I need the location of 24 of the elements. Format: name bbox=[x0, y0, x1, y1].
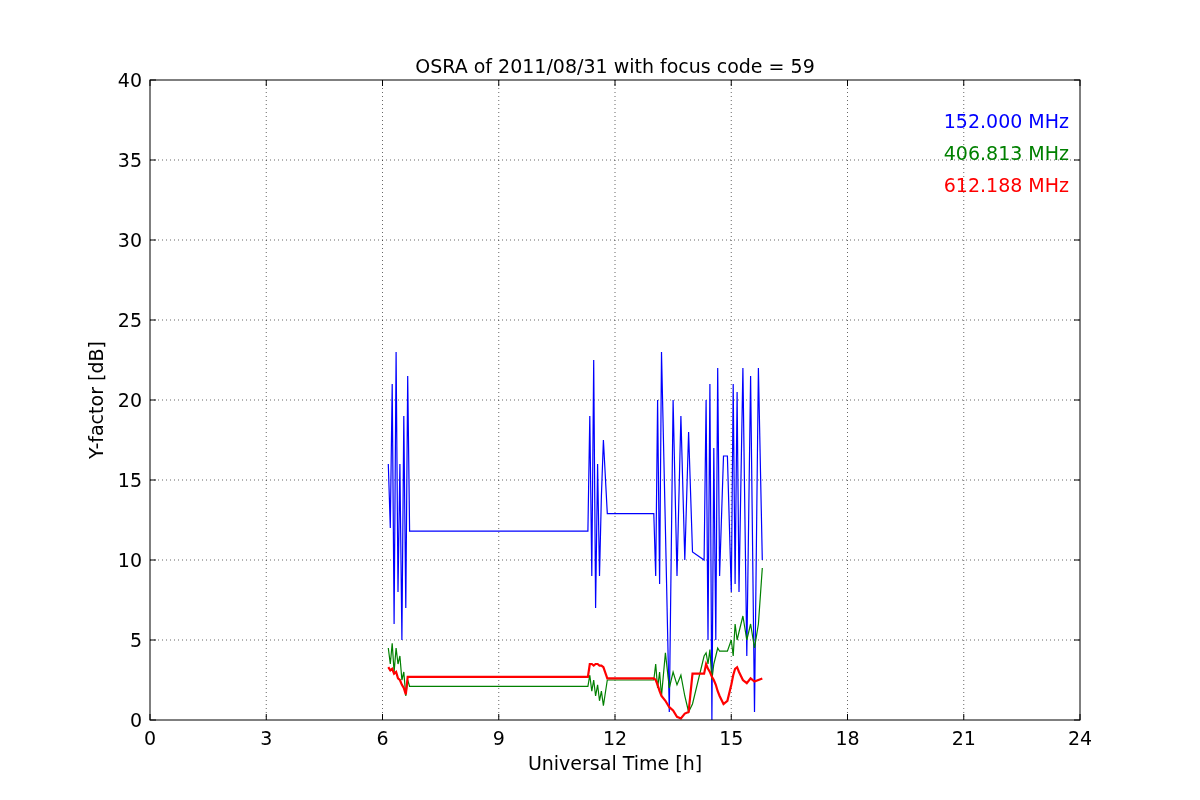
chart-title: OSRA of 2011/08/31 with focus code = 59 bbox=[415, 55, 815, 77]
tick-label: 35 bbox=[117, 149, 142, 171]
tick-label: 0 bbox=[129, 709, 142, 731]
tick-label: 12 bbox=[602, 727, 628, 749]
legend-label: 612.188 MHz bbox=[943, 174, 1069, 196]
tick-label: 3 bbox=[260, 727, 273, 749]
tick-label: 5 bbox=[129, 629, 142, 651]
tick-label: 18 bbox=[835, 727, 860, 749]
tick-label: 40 bbox=[117, 69, 142, 91]
tick-label: 30 bbox=[117, 229, 142, 251]
tick-label: 25 bbox=[117, 309, 142, 331]
tick-label: 15 bbox=[719, 727, 744, 749]
legend-label: 152.000 MHz bbox=[943, 110, 1069, 132]
tick-label: 9 bbox=[492, 727, 505, 749]
tick-label: 10 bbox=[117, 549, 142, 571]
legend-label: 406.813 MHz bbox=[943, 142, 1069, 164]
tick-label: 6 bbox=[376, 727, 389, 749]
tick-label: 24 bbox=[1067, 727, 1093, 749]
axis-label: Y-factor [dB] bbox=[85, 341, 107, 459]
tick-label: 20 bbox=[117, 389, 142, 411]
tick-label: 0 bbox=[143, 727, 157, 749]
tick-label: 21 bbox=[951, 727, 976, 749]
axis-label: Universal Time [h] bbox=[527, 752, 703, 774]
tick-label: 15 bbox=[117, 469, 142, 491]
